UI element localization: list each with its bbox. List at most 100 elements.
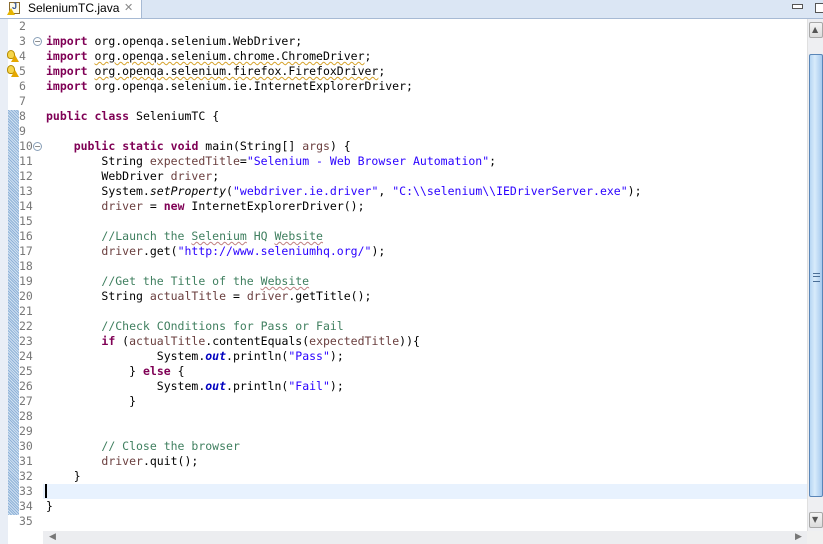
line-number: 26	[19, 379, 33, 393]
string-literal: "Selenium - Web Browser Automation"	[246, 154, 490, 168]
line-number: 19	[19, 274, 33, 288]
string-literal: "C:\\selenium\\IEDriverServer.exe"	[392, 184, 628, 198]
warning-icon[interactable]	[7, 50, 19, 62]
code-text: org.openqa.selenium.WebDriver;	[87, 34, 303, 48]
line-number: 32	[19, 469, 33, 483]
scroll-down-button[interactable]: ▼	[809, 512, 823, 528]
code-text: ,	[378, 184, 393, 198]
code-text: WebDriver	[101, 169, 171, 183]
keyword: new	[163, 199, 185, 213]
local-variable: actualTitle	[149, 289, 227, 303]
line-number: 16	[19, 229, 33, 243]
code-text: System.	[156, 349, 206, 363]
maximize-button[interactable]	[815, 3, 823, 13]
warning-icon[interactable]	[7, 65, 19, 77]
line-number: 23	[19, 334, 33, 348]
code-line: 25 } else {	[0, 364, 807, 379]
code-text: );	[329, 379, 344, 393]
code-text: (	[115, 334, 130, 348]
line-number: 9	[19, 124, 26, 138]
fold-collapse-icon[interactable]: −	[33, 142, 42, 151]
comment: HQ	[246, 229, 275, 243]
code-line: 16 //Launch the Selenium HQ Website	[0, 229, 807, 244]
line-number: 5	[19, 64, 26, 78]
line-number: 18	[19, 259, 33, 273]
code-text: InternetExplorerDriver();	[184, 199, 365, 213]
code-line: 15	[0, 214, 807, 229]
tab-seleniumtc-java[interactable]: SeleniumTC.java ✕	[0, 0, 142, 18]
code-line: 9	[0, 124, 807, 139]
code-line: 35	[0, 514, 807, 529]
code-line: 3− import org.openqa.selenium.WebDriver;	[0, 34, 807, 49]
line-number: 6	[19, 79, 26, 93]
spelling-underline-text: Selenium	[191, 229, 247, 243]
line-number: 4	[19, 49, 26, 63]
arrow-up-icon: ▲	[812, 25, 819, 34]
spelling-underline-text: Website	[260, 274, 310, 288]
local-variable: driver	[101, 454, 143, 468]
code-text: .getTitle();	[288, 289, 372, 303]
code-line: 12 WebDriver driver;	[0, 169, 807, 184]
line-number: 13	[19, 184, 33, 198]
code-line: 10− public static void main(String[] arg…	[0, 139, 807, 154]
code-text: String	[101, 289, 150, 303]
scroll-up-button[interactable]: ▲	[809, 22, 823, 38]
line-number: 22	[19, 319, 33, 333]
code-line: 26 System.out.println("Fail");	[0, 379, 807, 394]
code-line: 21	[0, 304, 807, 319]
line-number: 34	[19, 499, 33, 513]
static-method: setProperty	[149, 184, 227, 198]
keyword: else	[142, 364, 171, 378]
close-icon[interactable]: ✕	[124, 1, 133, 14]
fold-collapse-icon[interactable]: −	[33, 37, 42, 46]
vertical-scrollbar[interactable]: ▲ ▼	[807, 19, 823, 531]
code-text: .println(	[226, 379, 289, 393]
code-line: 27 }	[0, 394, 807, 409]
code-text: );	[371, 244, 386, 258]
local-variable: expectedTitle	[149, 154, 240, 168]
code-line: 7	[0, 94, 807, 109]
code-text: .contentEquals(	[205, 334, 310, 348]
editor-tab-bar: SeleniumTC.java ✕	[0, 0, 823, 19]
code-text: }	[73, 469, 81, 483]
parameter: args	[302, 139, 330, 153]
line-number: 30	[19, 439, 33, 453]
code-text: }	[129, 394, 137, 408]
comment: //Launch the	[101, 229, 192, 243]
code-line: 29	[0, 424, 807, 439]
string-literal: "webdriver.ie.driver"	[232, 184, 379, 198]
static-field: out	[205, 349, 227, 363]
line-number: 15	[19, 214, 33, 228]
code-text: );	[627, 184, 642, 198]
keyword: import	[46, 79, 88, 93]
code-line: 30 // Close the browser	[0, 439, 807, 454]
scrollbar-thumb[interactable]	[809, 54, 823, 497]
warning-icon	[7, 8, 15, 15]
local-variable: driver	[246, 289, 289, 303]
code-line: 11 String expectedTitle="Selenium - Web …	[0, 154, 807, 169]
local-variable: driver	[170, 169, 213, 183]
code-line: 32 }	[0, 469, 807, 484]
arrow-left-icon[interactable]: ◀	[49, 531, 56, 544]
arrow-right-icon[interactable]: ▶	[795, 531, 802, 544]
code-text: .quit();	[142, 454, 199, 468]
code-text: )){	[399, 334, 420, 348]
local-variable: driver	[101, 244, 143, 258]
code-text: ;	[364, 49, 372, 63]
code-line: 2	[0, 19, 807, 34]
keyword: void	[170, 139, 199, 153]
line-number: 12	[19, 169, 33, 183]
code-text: String	[101, 154, 150, 168]
code-line: 24 System.out.println("Pass");	[0, 349, 807, 364]
horizontal-scrollbar[interactable]: ◀ ▶	[43, 531, 807, 544]
minimize-button[interactable]	[792, 4, 803, 9]
code-text: ;	[378, 64, 386, 78]
code-line: 17 driver.get("http://www.seleniumhq.org…	[0, 244, 807, 259]
code-text: ;	[489, 154, 497, 168]
code-line: 31 driver.quit();	[0, 454, 807, 469]
code-line: 23 if (actualTitle.contentEquals(expecte…	[0, 334, 807, 349]
code-text: );	[329, 349, 344, 363]
keyword: static	[122, 139, 164, 153]
code-line: 6 import org.openqa.selenium.ie.InternetE…	[0, 79, 807, 94]
scrollbar-corner	[807, 531, 823, 544]
